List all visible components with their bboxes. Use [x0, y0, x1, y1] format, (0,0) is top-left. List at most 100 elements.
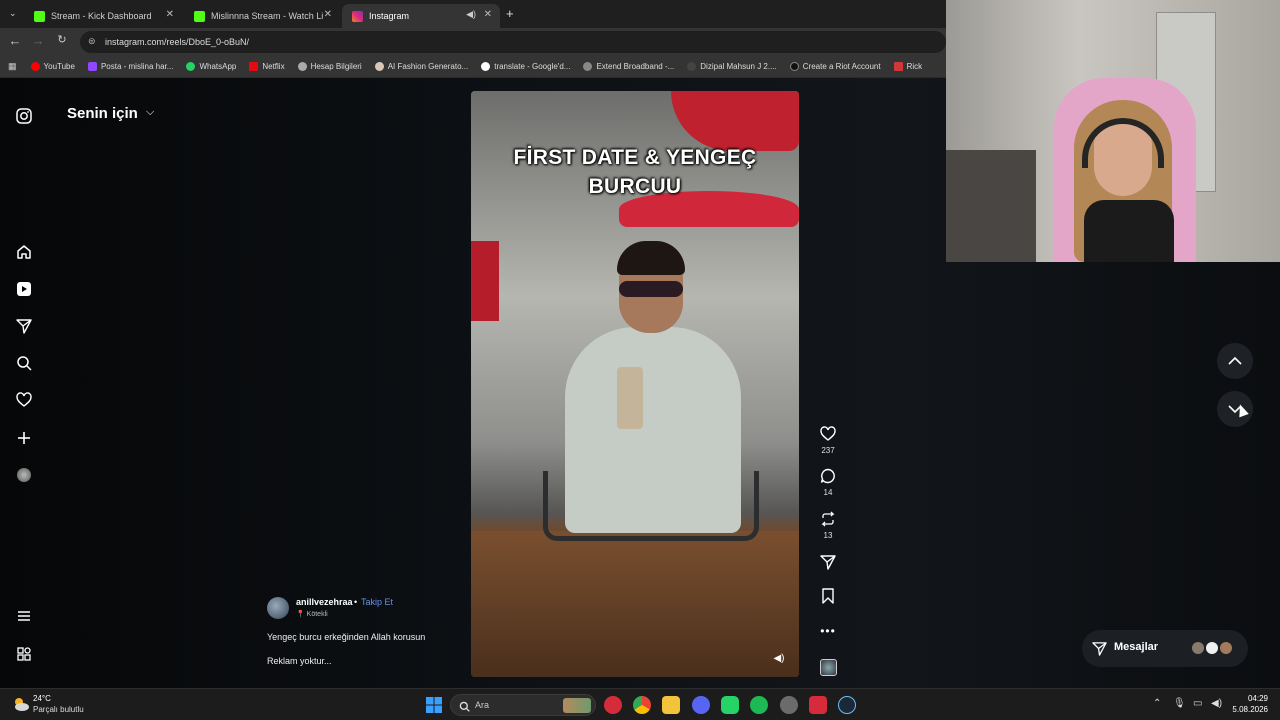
more-options-button[interactable]: •••	[817, 620, 839, 642]
weather-temperature[interactable]: 24°C	[33, 694, 51, 703]
kick-icon	[194, 10, 205, 22]
share-button[interactable]	[817, 551, 839, 573]
tab-title: Mislinnna Stream - Watch Live	[211, 11, 323, 21]
repost-button[interactable]: 13	[817, 508, 839, 540]
clock-date[interactable]: 5.08.2026	[1214, 705, 1268, 714]
video-caption-line: FİRST DATE & YENGEÇ	[513, 146, 757, 169]
apps-grid-icon[interactable]: ▦	[8, 61, 17, 72]
heart-icon	[817, 423, 839, 445]
menu-icon[interactable]	[14, 606, 34, 626]
messages-label: Mesajlar	[1114, 641, 1159, 653]
reel-caption-more[interactable]: Reklam yoktur...	[267, 656, 332, 666]
discord-icon[interactable]	[692, 696, 710, 714]
bookmark-posta[interactable]: Posta - mislina har...	[87, 62, 173, 71]
search-icon[interactable]	[14, 353, 34, 373]
chrome-icon[interactable]	[633, 696, 651, 714]
comment-count: 14	[823, 488, 833, 497]
create-plus-icon[interactable]	[14, 428, 34, 448]
bookmark-label: WhatsApp	[199, 62, 237, 71]
url-input[interactable]: ⊜ instagram.com/reels/DboE_0-oBuN/	[80, 31, 946, 53]
video-scene	[565, 327, 741, 533]
tab-instagram[interactable]: Instagram ◀) ✕	[342, 4, 500, 28]
tray-overflow-icon[interactable]: ⌃	[1153, 698, 1161, 709]
taskbar-app-icon[interactable]	[780, 696, 798, 714]
taskbar-search-input[interactable]: Ara	[450, 694, 596, 716]
bookmark-extend-broadband[interactable]: Extend Broadband -...	[583, 62, 674, 71]
twitch-icon	[87, 62, 97, 71]
forward-arrow-icon[interactable]: →	[29, 33, 47, 48]
new-tab-button[interactable]: +	[506, 6, 514, 21]
reel-video[interactable]: FİRST DATE & YENGEÇ BURCUU ◀)	[471, 91, 799, 677]
microphone-icon[interactable]: 🎙	[1173, 698, 1186, 709]
close-tab-icon[interactable]: ✕	[324, 9, 332, 20]
bookmark-translate[interactable]: translate - Google'd...	[481, 62, 570, 71]
instagram-logo-icon[interactable]	[14, 106, 34, 126]
messages-button[interactable]: Mesajlar	[1082, 630, 1248, 667]
file-explorer-icon[interactable]	[662, 696, 680, 714]
bookmark-label: Rick	[906, 62, 923, 71]
comment-button[interactable]: 14	[817, 465, 839, 497]
bookmark-riot[interactable]: Create a Riot Account	[789, 62, 881, 71]
home-icon[interactable]	[14, 242, 34, 262]
bookmark-label: Netflix	[262, 62, 285, 71]
broadband-icon	[583, 62, 593, 71]
profile-avatar[interactable]	[14, 465, 34, 485]
like-button[interactable]: 237	[817, 423, 839, 455]
next-reel-button[interactable]	[1217, 391, 1253, 427]
tab-kick-stream[interactable]: Mislinnna Stream - Watch Live ✕	[184, 4, 340, 28]
weather-icon[interactable]	[12, 695, 30, 713]
spotify-icon[interactable]	[750, 696, 768, 714]
chevron-down-icon[interactable]: ⌵	[146, 106, 154, 119]
bookmark-dizipal[interactable]: Dizipal Mahsun J 2....	[687, 62, 777, 71]
youtube-icon	[30, 62, 40, 71]
location[interactable]: 📍 Kötekli	[296, 610, 328, 618]
tab-search-chevron-icon[interactable]: ⌄	[9, 8, 17, 19]
url-text: instagram.com/reels/DboE_0-oBuN/	[105, 37, 250, 47]
send-icon[interactable]	[14, 316, 34, 336]
globe-icon	[297, 62, 307, 71]
reload-icon[interactable]: ↻	[53, 33, 71, 46]
video-scene	[471, 531, 799, 677]
video-caption-line: BURCUU	[588, 175, 682, 198]
webcam-scene	[946, 150, 1036, 262]
fashion-icon	[374, 62, 384, 71]
whatsapp-icon[interactable]	[721, 696, 739, 714]
clock-time[interactable]: 04:29	[1214, 694, 1268, 703]
video-caption: FİRST DATE & YENGEÇ BURCUU	[471, 143, 799, 201]
display-icon[interactable]: ▭	[1193, 698, 1202, 709]
close-tab-icon[interactable]: ✕	[166, 9, 174, 20]
windows-start-icon[interactable]	[425, 696, 443, 714]
address-bar-row: ← → ↻ ⊜ instagram.com/reels/DboE_0-oBuN/	[0, 28, 946, 56]
bookmark-label: Dizipal Mahsun J 2....	[700, 62, 777, 71]
bookmark-ai-fashion[interactable]: AI Fashion Generato...	[374, 62, 468, 71]
bookmark-whatsapp[interactable]: WhatsApp	[186, 62, 236, 71]
feed-title[interactable]: Senin için	[67, 105, 138, 122]
bookmark-netflix[interactable]: Netflix	[249, 62, 285, 71]
author-username[interactable]: anillvezehraa	[296, 597, 353, 607]
mute-icon[interactable]: ◀)	[770, 649, 788, 667]
weather-description[interactable]: Parçalı bulutlu	[33, 705, 84, 714]
speaker-icon[interactable]: ◀)	[466, 9, 476, 20]
bookmark-hesap[interactable]: Hesap Bilgileri	[297, 62, 362, 71]
bookmark-youtube[interactable]: YouTube	[30, 62, 75, 71]
windows-taskbar: 24°C Parçalı bulutlu Ara ⌃ 🎙 ▭ ◀) 04:29 …	[0, 688, 1280, 720]
heart-icon[interactable]	[14, 390, 34, 410]
audio-thumbnail[interactable]	[817, 656, 839, 678]
site-info-icon[interactable]: ⊜	[88, 36, 96, 47]
bookmark-rick[interactable]: Rick	[893, 62, 923, 71]
tab-kick-dashboard[interactable]: Stream - Kick Dashboard ✕	[24, 4, 182, 28]
taskbar-app-icon[interactable]	[809, 696, 827, 714]
steam-icon[interactable]	[838, 696, 856, 714]
avatar	[1218, 640, 1234, 656]
more-apps-icon[interactable]	[14, 644, 34, 664]
save-button[interactable]	[817, 585, 839, 607]
reels-icon[interactable]	[14, 279, 34, 299]
back-arrow-icon[interactable]: ←	[6, 33, 24, 48]
separator: •	[354, 597, 358, 607]
taskbar-app-icon[interactable]	[604, 696, 622, 714]
previous-reel-button[interactable]	[1217, 343, 1253, 379]
follow-button[interactable]: Takip Et	[361, 597, 393, 607]
location-pin-icon: 📍	[296, 611, 305, 618]
author-avatar[interactable]	[267, 597, 289, 619]
close-tab-icon[interactable]: ✕	[484, 9, 492, 20]
